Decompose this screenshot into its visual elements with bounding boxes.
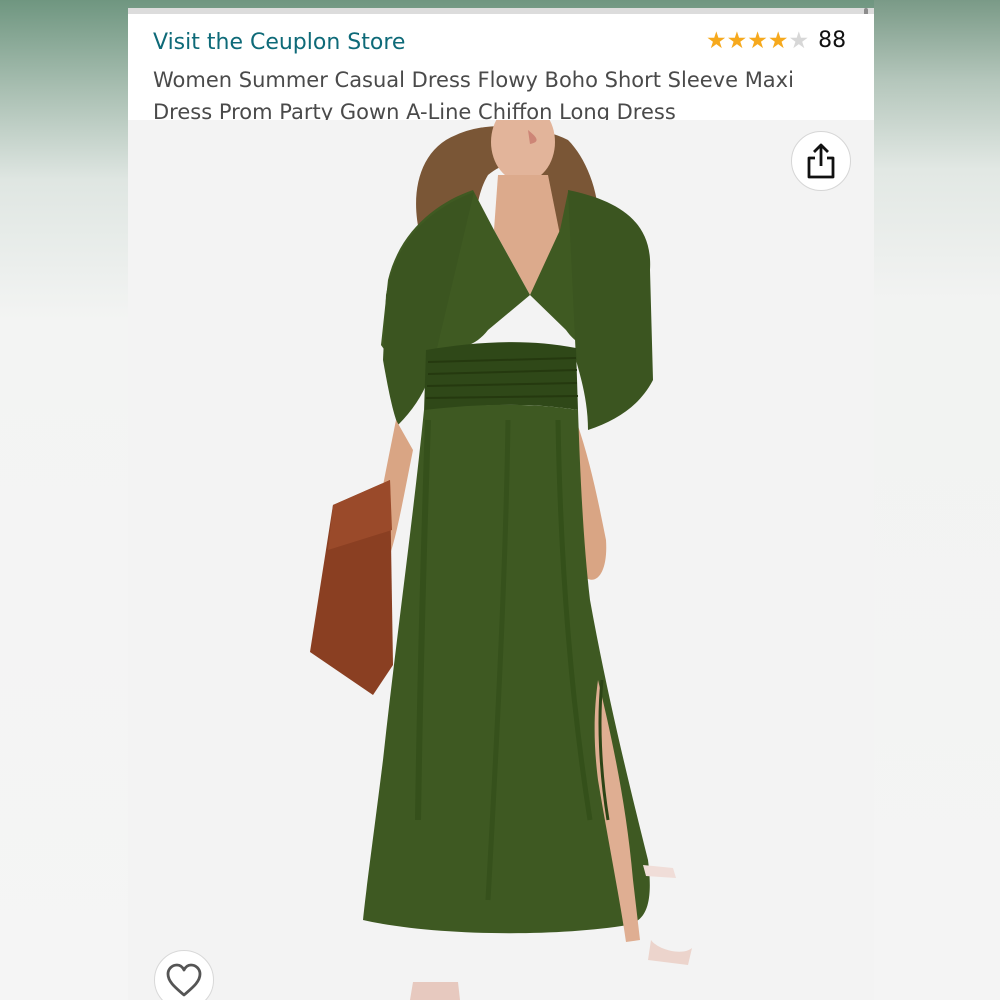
product-photo — [310, 102, 692, 1000]
store-link[interactable]: Visit the Ceuplon Store — [153, 30, 405, 55]
star-icon: ★ — [767, 27, 789, 54]
dress-sleeve-right — [568, 190, 653, 430]
star-icon: ★ — [747, 27, 768, 54]
rating-stars: ★ ★ ★ ★ ★ — [706, 29, 809, 53]
share-icon — [807, 143, 835, 179]
product-card: Visit the Ceuplon Store ★ ★ ★ ★ ★ 88 Wom… — [128, 8, 874, 1000]
background-right — [874, 0, 1000, 1000]
product-title: Women Summer Casual Dress Flowy Boho Sho… — [153, 68, 794, 124]
product-header: Visit the Ceuplon Store ★ ★ ★ ★ ★ 88 Wom… — [128, 14, 874, 124]
dress-waist — [424, 342, 578, 412]
product-image[interactable] — [128, 102, 874, 1000]
heart-icon — [166, 963, 202, 997]
star-icon: ★ — [726, 27, 748, 54]
rating[interactable]: ★ ★ ★ ★ ★ 88 — [706, 28, 846, 53]
star-icon: ★ — [706, 27, 727, 54]
rating-count[interactable]: 88 — [818, 28, 846, 53]
share-button[interactable] — [791, 131, 851, 191]
star-empty-icon: ★ — [788, 27, 810, 54]
